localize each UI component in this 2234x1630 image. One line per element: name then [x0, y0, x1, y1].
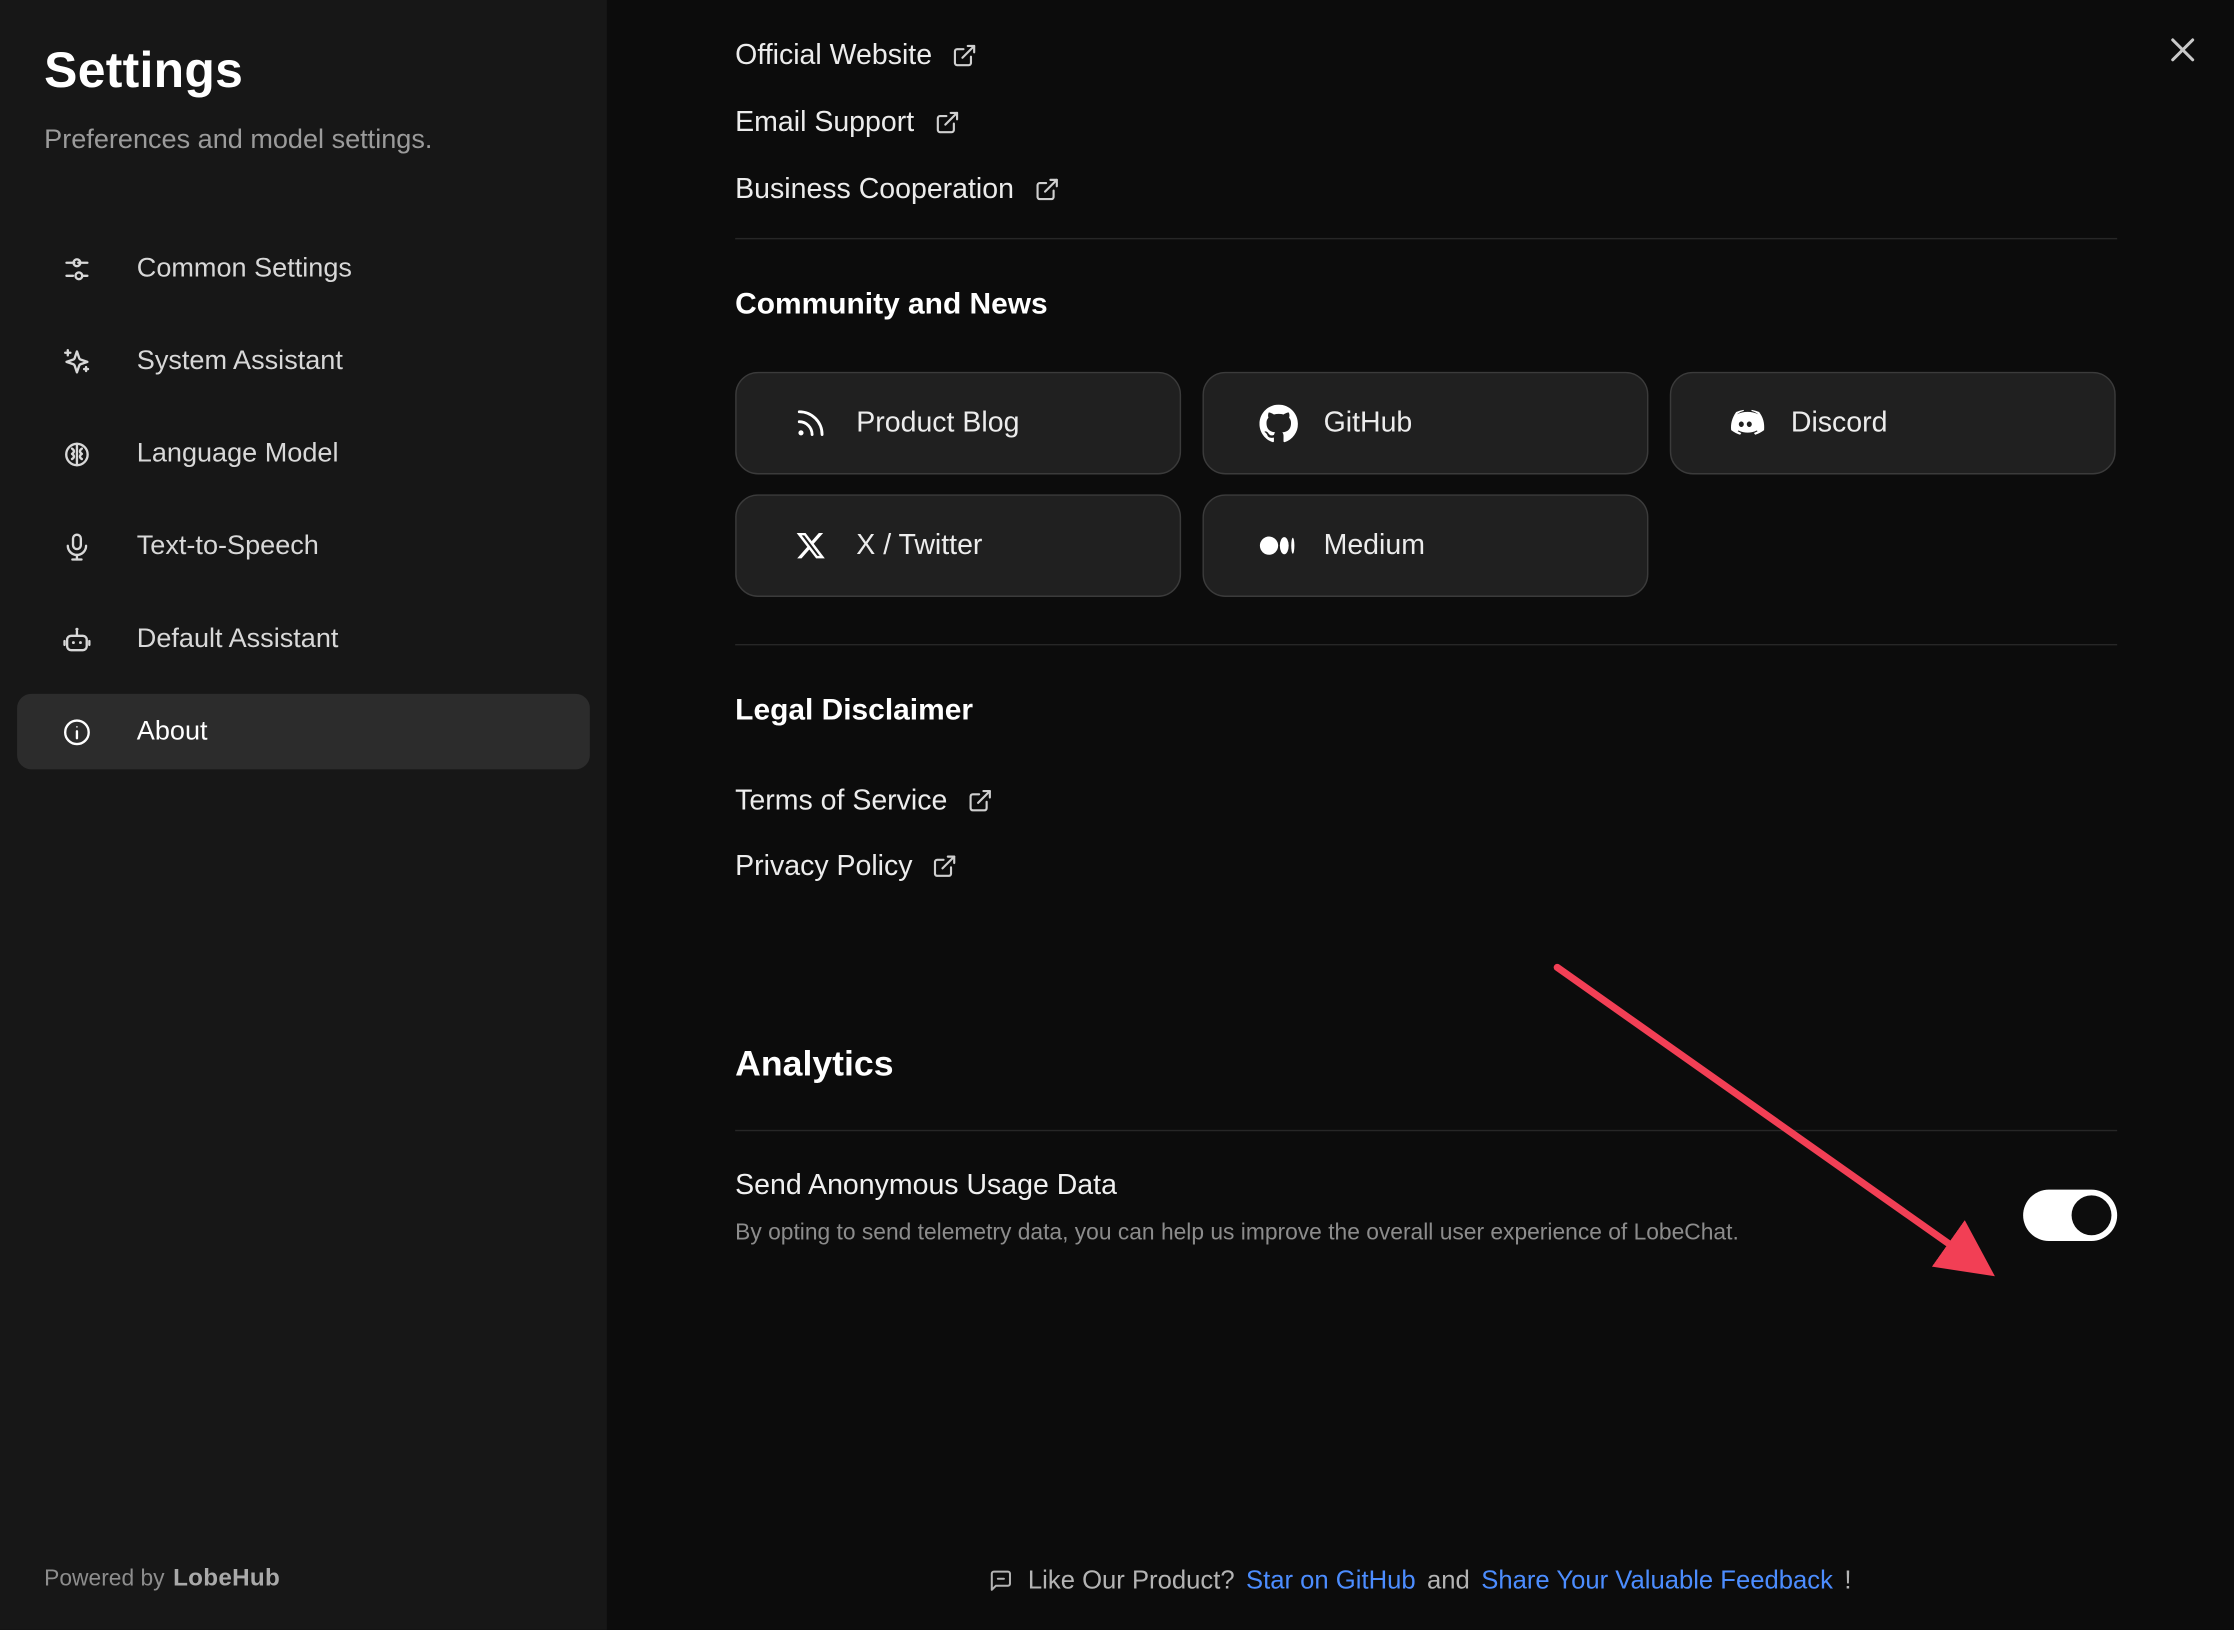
sidebar-item-language-model[interactable]: Language Model: [17, 416, 590, 492]
button-label: Discord: [1791, 407, 1888, 440]
sidebar-item-label: Common Settings: [137, 253, 352, 284]
x-twitter-button[interactable]: X / Twitter: [735, 494, 1181, 597]
link-label: Email Support: [735, 106, 914, 139]
about-panel: Contact Us Official Website Email Suppor…: [607, 0, 2234, 1630]
powered-by-label: Powered by: [44, 1567, 164, 1591]
medium-icon: [1258, 526, 1298, 566]
email-support-link[interactable]: Email Support: [735, 104, 960, 141]
external-link-icon: [952, 43, 978, 69]
mic-icon: [61, 531, 92, 562]
brand-logo[interactable]: LobeHub: [173, 1564, 280, 1591]
terms-of-service-link[interactable]: Terms of Service: [735, 782, 993, 819]
sidebar-item-label: System Assistant: [137, 345, 343, 376]
contact-links: Official Website Email Support Business …: [735, 37, 2117, 208]
medium-button[interactable]: Medium: [1202, 494, 1648, 597]
external-link-icon: [932, 853, 958, 879]
sidebar-item-about[interactable]: About: [17, 694, 590, 770]
usage-data-setting: Send Anonymous Usage Data By opting to s…: [735, 1170, 2117, 1247]
sparkles-icon: [61, 345, 92, 376]
official-website-link[interactable]: Official Website: [735, 37, 977, 74]
setting-description: By opting to send telemetry data, you ca…: [735, 1221, 2117, 1247]
usage-data-toggle[interactable]: [2023, 1190, 2117, 1241]
powered-by: Powered by LobeHub: [44, 1564, 280, 1592]
sliders-icon: [61, 253, 92, 284]
button-label: Medium: [1324, 529, 1425, 562]
settings-nav: Common Settings System Assistant Languag…: [17, 231, 590, 770]
sidebar-item-label: Text-to-Speech: [137, 531, 319, 562]
page-title: Settings: [44, 43, 563, 100]
feedback-prefix: Like Our Product?: [1028, 1566, 1235, 1596]
community-buttons: Product Blog GitHub Discord: [735, 372, 2117, 597]
sidebar-item-system-assistant[interactable]: System Assistant: [17, 323, 590, 399]
link-label: Official Website: [735, 39, 932, 72]
feedback-footer: Like Our Product? Star on GitHub and Sha…: [607, 1566, 2234, 1596]
message-square-icon: [989, 1569, 1013, 1593]
legal-links: Terms of Service Privacy Policy: [735, 782, 2117, 885]
rss-icon: [791, 403, 831, 443]
divider: [735, 644, 2117, 645]
legal-heading: Legal Disclaimer: [735, 694, 2117, 728]
link-label: Business Cooperation: [735, 173, 1014, 206]
feedback-middle: and: [1427, 1566, 1470, 1596]
sidebar-item-label: About: [137, 716, 208, 747]
setting-title: Send Anonymous Usage Data: [735, 1170, 2117, 1203]
sidebar-item-label: Language Model: [137, 438, 339, 469]
discord-button[interactable]: Discord: [1670, 372, 2116, 475]
button-label: GitHub: [1324, 407, 1413, 440]
x-icon: [791, 526, 831, 566]
analytics-heading: Analytics: [735, 1044, 2117, 1085]
close-icon[interactable]: [2158, 27, 2206, 75]
product-blog-button[interactable]: Product Blog: [735, 372, 1181, 475]
link-label: Privacy Policy: [735, 850, 912, 883]
divider: [735, 238, 2117, 239]
github-icon: [1258, 403, 1298, 443]
divider: [735, 1130, 2117, 1131]
external-link-icon: [967, 788, 993, 814]
sidebar-item-common-settings[interactable]: Common Settings: [17, 231, 590, 307]
external-link-icon: [934, 110, 960, 136]
star-on-github-link[interactable]: Star on GitHub: [1246, 1566, 1416, 1596]
sidebar-item-text-to-speech[interactable]: Text-to-Speech: [17, 509, 590, 585]
discord-icon: [1725, 403, 1765, 443]
brain-icon: [61, 438, 92, 469]
share-feedback-link[interactable]: Share Your Valuable Feedback: [1481, 1566, 1833, 1596]
button-label: Product Blog: [856, 407, 1019, 440]
feedback-suffix: !: [1844, 1566, 1851, 1596]
sidebar: Settings Preferences and model settings.…: [0, 0, 607, 1630]
bot-icon: [61, 623, 92, 654]
button-label: X / Twitter: [856, 529, 982, 562]
toggle-knob: [2072, 1195, 2112, 1235]
privacy-policy-link[interactable]: Privacy Policy: [735, 848, 958, 885]
community-heading: Community and News: [735, 288, 2117, 322]
business-cooperation-link[interactable]: Business Cooperation: [735, 171, 1059, 208]
info-icon: [61, 716, 92, 747]
link-label: Terms of Service: [735, 784, 947, 817]
external-link-icon: [1034, 177, 1060, 203]
github-button[interactable]: GitHub: [1202, 372, 1648, 475]
sidebar-item-label: Default Assistant: [137, 623, 339, 654]
page-subtitle: Preferences and model settings.: [44, 125, 563, 156]
settings-modal: Settings Preferences and model settings.…: [0, 0, 2234, 1630]
sidebar-item-default-assistant[interactable]: Default Assistant: [17, 601, 590, 677]
